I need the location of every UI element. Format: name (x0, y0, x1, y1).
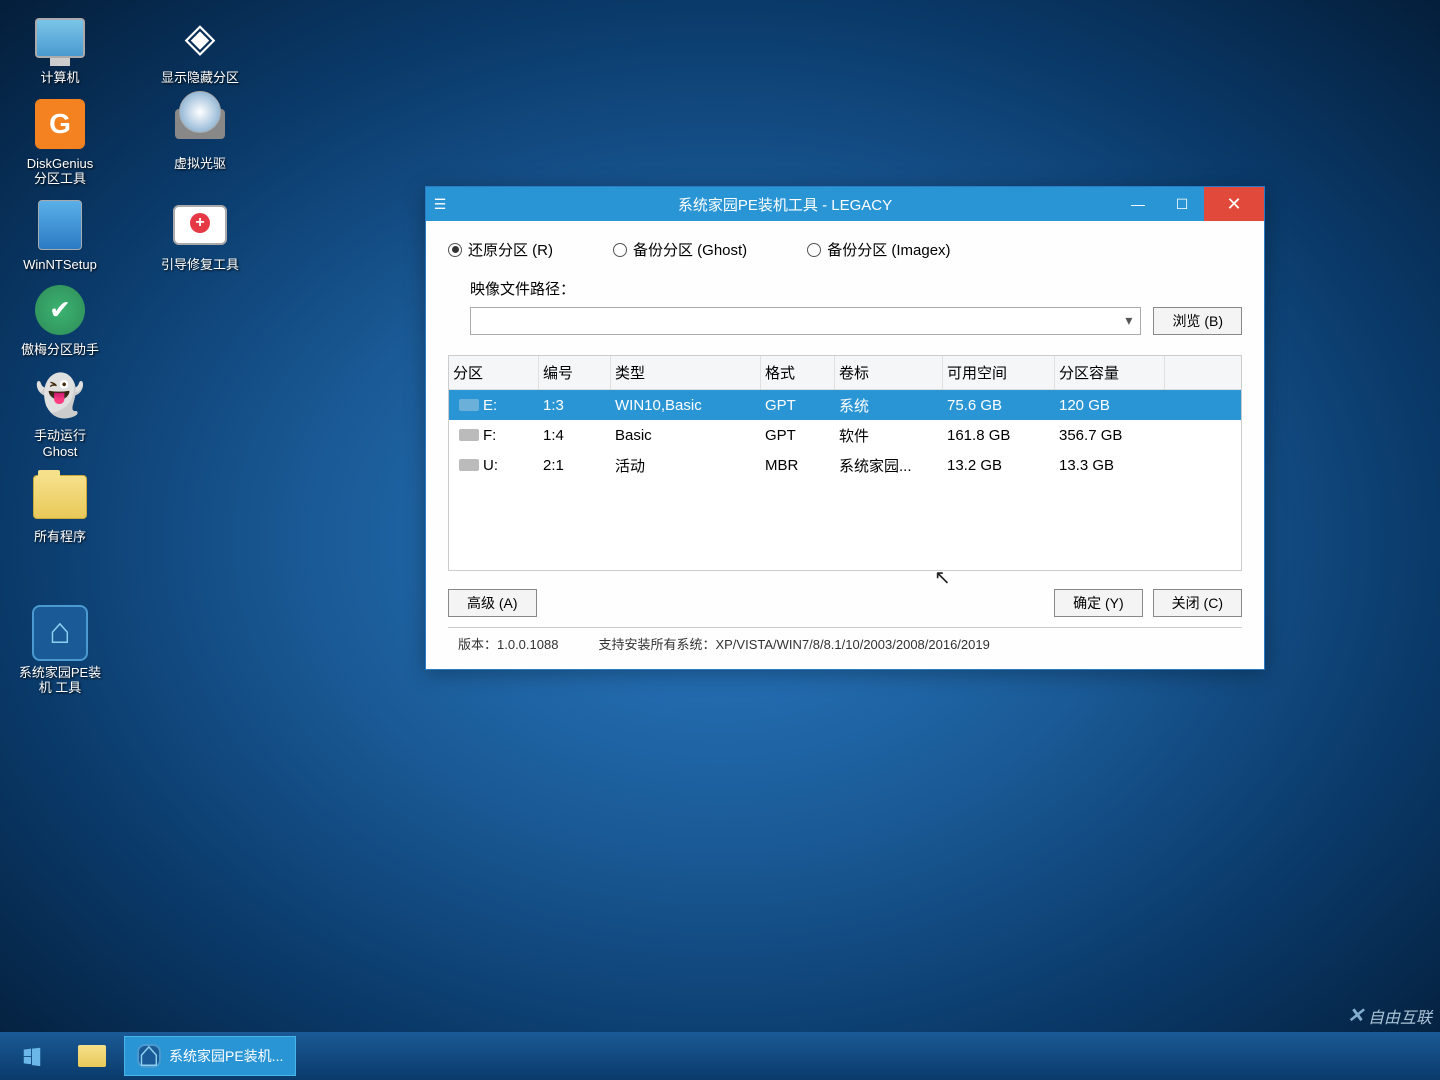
pe-app-icon (137, 1044, 161, 1068)
mode-radio-group: 还原分区 (R) 备份分区 (Ghost) 备份分区 (Imagex) (448, 239, 1242, 260)
close-window-button[interactable]: 关闭 (C) (1153, 589, 1242, 617)
cd-drive-icon (172, 96, 228, 152)
table-body: E:1:3WIN10,BasicGPT系统75.6 GB120 GBF:1:4B… (449, 390, 1241, 570)
folder-icon (32, 469, 88, 525)
watermark: 自由互联 (1347, 1003, 1432, 1028)
app-icon: ☰ (426, 196, 454, 213)
version-text: 版本：1.0.0.1088 (458, 634, 558, 653)
radio-label: 还原分区 (R) (468, 239, 553, 260)
th-format[interactable]: 格式 (761, 356, 835, 389)
desktop-icon-all-programs[interactable]: 所有程序 (10, 469, 110, 545)
computer-icon (32, 10, 88, 66)
radio-backup-ghost[interactable]: 备份分区 (Ghost) (613, 239, 747, 260)
browse-button[interactable]: 浏览 (B) (1153, 307, 1242, 335)
toolbox-icon (172, 197, 228, 253)
icon-label: 显示隐藏分区 (161, 70, 239, 86)
icon-label: 虚拟光驱 (174, 156, 226, 172)
icon-label: 手动运行 Ghost (34, 428, 86, 459)
radio-unchecked-icon (613, 243, 627, 257)
folder-icon (78, 1045, 106, 1067)
taskbar-item-label: 系统家园PE装机... (169, 1046, 283, 1066)
image-path-dropdown[interactable] (470, 307, 1141, 335)
pe-installer-window: ☰ 系统家园PE装机工具 - LEGACY — ☐ ✕ 还原分区 (R) 备份分… (425, 186, 1265, 670)
minimize-button[interactable]: — (1116, 187, 1160, 221)
icon-label: 傲梅分区助手 (21, 342, 99, 358)
advanced-button[interactable]: 高级 (A) (448, 589, 537, 617)
radio-checked-icon (448, 243, 462, 257)
ok-button[interactable]: 确定 (Y) (1054, 589, 1143, 617)
winntsetup-icon (32, 197, 88, 253)
status-bar: 版本：1.0.0.1088 支持安装所有系统：XP/VISTA/WIN7/8/8… (448, 627, 1242, 659)
icon-label: 所有程序 (34, 529, 86, 545)
icon-label: DiskGenius 分区工具 (27, 156, 93, 187)
th-label[interactable]: 卷标 (835, 356, 943, 389)
th-number[interactable]: 编号 (539, 356, 611, 389)
ghost-icon: 👻 (32, 368, 88, 424)
th-partition[interactable]: 分区 (449, 356, 539, 389)
aomei-icon (32, 282, 88, 338)
maximize-button[interactable]: ☐ (1160, 187, 1204, 221)
disk-icon (459, 399, 479, 411)
desktop-icon-diskgenius[interactable]: G DiskGenius 分区工具 (10, 96, 110, 187)
desktop-icon-boot-repair[interactable]: 引导修复工具 (150, 197, 250, 273)
th-size[interactable]: 分区容量 (1055, 356, 1165, 389)
radio-backup-imagex[interactable]: 备份分区 (Imagex) (807, 239, 950, 260)
start-button[interactable] (4, 1036, 60, 1076)
partition-icon: ◈ (172, 10, 228, 66)
close-button[interactable]: ✕ (1204, 187, 1264, 221)
desktop-icon-winntsetup[interactable]: WinNTSetup (10, 197, 110, 273)
window-body: 还原分区 (R) 备份分区 (Ghost) 备份分区 (Imagex) 映像文件… (426, 221, 1264, 669)
windows-icon (21, 1045, 43, 1067)
table-header: 分区 编号 类型 格式 卷标 可用空间 分区容量 (449, 356, 1241, 390)
icon-label: WinNTSetup (23, 257, 97, 273)
icon-label: 计算机 (40, 70, 79, 86)
taskbar-pe-installer[interactable]: 系统家园PE装机... (124, 1036, 296, 1076)
icon-label: 引导修复工具 (161, 257, 239, 273)
desktop-icon-aomei[interactable]: 傲梅分区助手 (10, 282, 110, 358)
pe-app-icon (32, 605, 88, 661)
radio-unchecked-icon (807, 243, 821, 257)
table-row[interactable]: E:1:3WIN10,BasicGPT系统75.6 GB120 GB (449, 390, 1241, 420)
desktop-icon-computer[interactable]: 计算机 (10, 10, 110, 86)
support-text: 支持安装所有系统：XP/VISTA/WIN7/8/8.1/10/2003/200… (598, 634, 989, 653)
radio-restore-partition[interactable]: 还原分区 (R) (448, 239, 553, 260)
diskgenius-icon: G (32, 96, 88, 152)
desktop-icons-area: 计算机 ◈ 显示隐藏分区 G DiskGenius 分区工具 虚拟光驱 WinN… (0, 0, 260, 706)
taskbar: 系统家园PE装机... (0, 1032, 1440, 1080)
partition-table: 分区 编号 类型 格式 卷标 可用空间 分区容量 E:1:3WIN10,Basi… (448, 355, 1242, 571)
taskbar-file-explorer[interactable] (66, 1036, 118, 1076)
table-row[interactable]: F:1:4BasicGPT软件161.8 GB356.7 GB (449, 420, 1241, 450)
disk-icon (459, 459, 479, 471)
window-title: 系统家园PE装机工具 - LEGACY (454, 194, 1116, 215)
radio-label: 备份分区 (Ghost) (633, 239, 747, 260)
disk-icon (459, 429, 479, 441)
desktop-icon-pe-installer[interactable]: 系统家园PE装 机 工具 (10, 605, 110, 696)
titlebar[interactable]: ☰ 系统家园PE装机工具 - LEGACY — ☐ ✕ (426, 187, 1264, 221)
th-type[interactable]: 类型 (611, 356, 761, 389)
desktop-icon-virtual-cd[interactable]: 虚拟光驱 (150, 96, 250, 187)
window-controls: — ☐ ✕ (1116, 187, 1264, 221)
table-row[interactable]: U:2:1活动MBR系统家园...13.2 GB13.3 GB (449, 450, 1241, 480)
image-path-label: 映像文件路径： (470, 278, 1242, 299)
desktop-icon-show-hidden-partition[interactable]: ◈ 显示隐藏分区 (150, 10, 250, 86)
th-free[interactable]: 可用空间 (943, 356, 1055, 389)
icon-label: 系统家园PE装 机 工具 (19, 665, 101, 696)
desktop-icon-ghost[interactable]: 👻 手动运行 Ghost (10, 368, 110, 459)
radio-label: 备份分区 (Imagex) (827, 239, 950, 260)
